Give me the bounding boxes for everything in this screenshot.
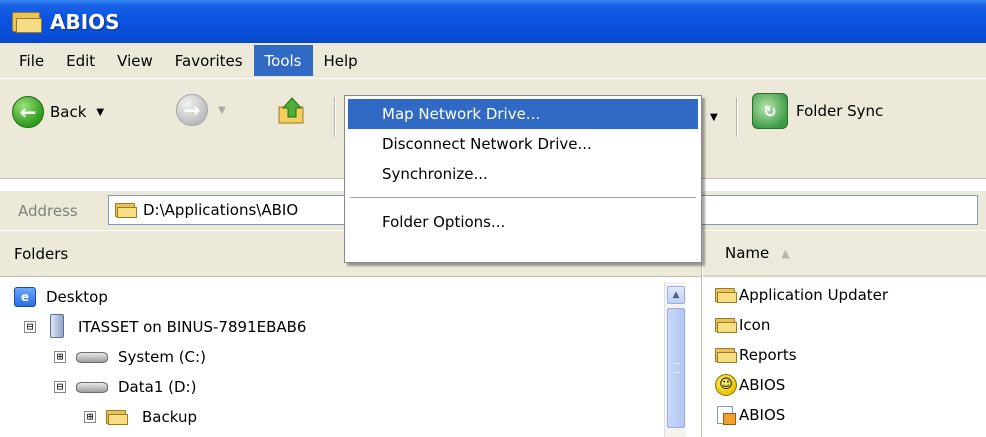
drive-icon <box>76 380 110 394</box>
tree-item-label: Data1 (D:) <box>118 378 197 396</box>
forward-arrow-icon: → <box>176 94 208 126</box>
scroll-up-icon[interactable]: ▲ <box>667 286 685 304</box>
address-value: D:\Applications\ABIO <box>143 201 299 219</box>
folder-icon <box>715 287 737 303</box>
menu-file[interactable]: File <box>8 45 55 76</box>
toolbar-separator <box>736 97 738 137</box>
smiley-icon: ☺ <box>715 374 737 396</box>
file-item[interactable]: Icon <box>715 310 770 340</box>
tree-item-backup[interactable]: ⊞ Backup <box>84 402 197 432</box>
file-item-label: Reports <box>739 346 797 364</box>
folder-icon <box>715 317 737 333</box>
back-label: Back <box>50 103 87 121</box>
name-column-header[interactable]: Name ▲ <box>703 231 986 277</box>
menu-view[interactable]: View <box>106 45 164 76</box>
menu-favorites[interactable]: Favorites <box>164 45 254 76</box>
menu-item-disconnect-network-drive[interactable]: Disconnect Network Drive... <box>348 129 698 159</box>
file-item-label: ABIOS <box>739 406 786 424</box>
back-button[interactable]: ← Back ▼ <box>12 94 104 130</box>
expand-icon[interactable]: ⊞ <box>54 351 66 363</box>
file-item-label: ABIOS <box>739 376 786 394</box>
title-bar: ABIOS <box>0 0 986 43</box>
vertical-scrollbar[interactable]: ▲ <box>664 282 686 437</box>
desktop-icon: e <box>14 287 36 307</box>
up-folder-icon[interactable] <box>276 95 308 127</box>
tools-dropdown-menu: Map Network Drive... Disconnect Network … <box>344 95 702 263</box>
window-title: ABIOS <box>50 9 120 34</box>
file-item[interactable]: Application Updater <box>715 280 888 310</box>
tree-item-data-drive[interactable]: ⊟ Data1 (D:) <box>54 372 196 402</box>
file-item[interactable]: ☺ ABIOS <box>715 370 785 400</box>
tree-item-computer[interactable]: ⊟ ITASSET on BINUS-7891EBAB6 <box>24 312 306 342</box>
tree-item-label: Desktop <box>46 288 108 306</box>
folder-sync-label: Folder Sync <box>796 102 884 120</box>
toolbar-separator <box>334 97 336 137</box>
menu-bar: File Edit View Favorites Tools Help <box>0 43 986 79</box>
column-header-label: Name <box>725 244 770 262</box>
back-arrow-icon: ← <box>12 96 44 128</box>
expand-icon[interactable]: ⊞ <box>84 411 96 423</box>
tree-item-label: Backup <box>142 408 197 426</box>
menu-edit[interactable]: Edit <box>55 45 106 76</box>
collapse-icon[interactable]: ⊟ <box>24 321 36 333</box>
file-item[interactable]: Reports <box>715 340 797 370</box>
file-item-label: Icon <box>739 316 771 334</box>
forward-button[interactable]: → ▼ <box>176 94 226 126</box>
forward-dropdown-icon[interactable]: ▼ <box>218 105 226 116</box>
folder-icon <box>12 10 42 34</box>
address-label: Address <box>18 201 78 220</box>
drive-icon <box>76 350 110 364</box>
computer-icon <box>46 314 68 340</box>
folder-icon <box>106 409 128 425</box>
back-dropdown-icon[interactable]: ▼ <box>96 107 104 118</box>
menu-item-map-network-drive[interactable]: Map Network Drive... <box>348 99 698 129</box>
views-dropdown-icon[interactable]: ▼ <box>710 112 718 123</box>
tree-item-system-drive[interactable]: ⊞ System (C:) <box>54 342 206 372</box>
menu-item-synchronize[interactable]: Synchronize... <box>348 159 698 189</box>
menu-tools[interactable]: Tools <box>253 45 313 76</box>
folder-icon <box>115 202 137 218</box>
menu-help[interactable]: Help <box>313 45 369 76</box>
scroll-thumb[interactable] <box>667 308 685 428</box>
folder-sync-button[interactable]: ↻ Folder Sync <box>752 93 883 129</box>
tree-item-label: System (C:) <box>118 348 206 366</box>
tree-item-label: ITASSET on BINUS-7891EBAB6 <box>78 318 307 336</box>
collapse-icon[interactable]: ⊟ <box>54 381 66 393</box>
files-pane: Name ▲ Application Updater Icon Reports … <box>703 231 986 437</box>
sync-icon: ↻ <box>752 93 788 129</box>
file-item[interactable]: ABIOS <box>715 400 785 430</box>
application-icon <box>715 404 737 426</box>
folder-icon <box>715 347 737 363</box>
sort-ascending-icon: ▲ <box>781 246 790 260</box>
tree-item-desktop[interactable]: e Desktop <box>14 282 108 312</box>
menu-separator <box>350 197 696 198</box>
menu-item-folder-options[interactable]: Folder Options... <box>348 207 698 237</box>
file-item-label: Application Updater <box>739 286 889 304</box>
